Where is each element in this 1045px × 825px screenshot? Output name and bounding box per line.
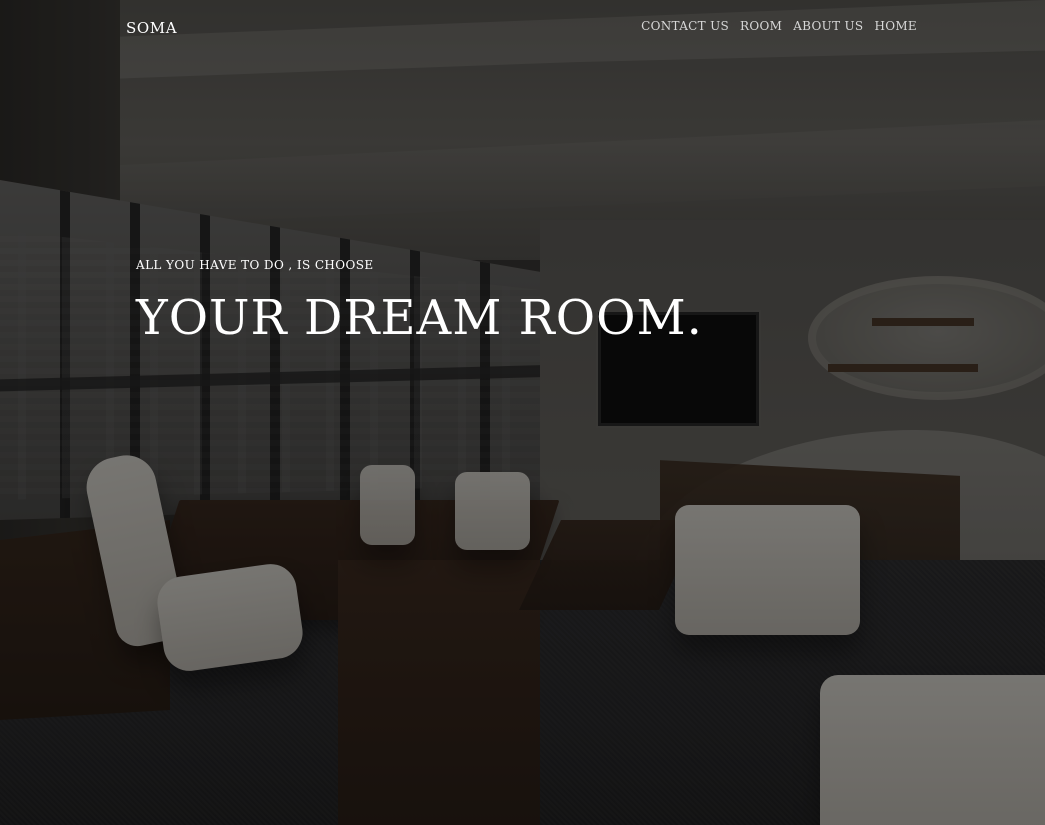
hero-section: ALL YOU HAVE TO DO , IS CHOOSE YOUR DREA… [136,256,856,346]
background-dark-overlay [0,0,1045,825]
nav-link-about-us[interactable]: ABOUT US [793,19,863,33]
hero-title: YOUR DREAM ROOM. [136,290,703,346]
nav-link-contact-us[interactable]: CONTACT US [641,19,729,33]
hero-background-image [0,0,1045,825]
brand-logo[interactable]: SOMA [126,19,177,37]
nav-link-home[interactable]: HOME [874,19,917,33]
main-nav: CONTACT US ROOM ABOUT US HOME [641,19,917,33]
site-header: SOMA CONTACT US ROOM ABOUT US HOME [0,0,1045,60]
hero-subtitle: ALL YOU HAVE TO DO , IS CHOOSE [136,258,374,272]
nav-link-room[interactable]: ROOM [740,19,782,33]
